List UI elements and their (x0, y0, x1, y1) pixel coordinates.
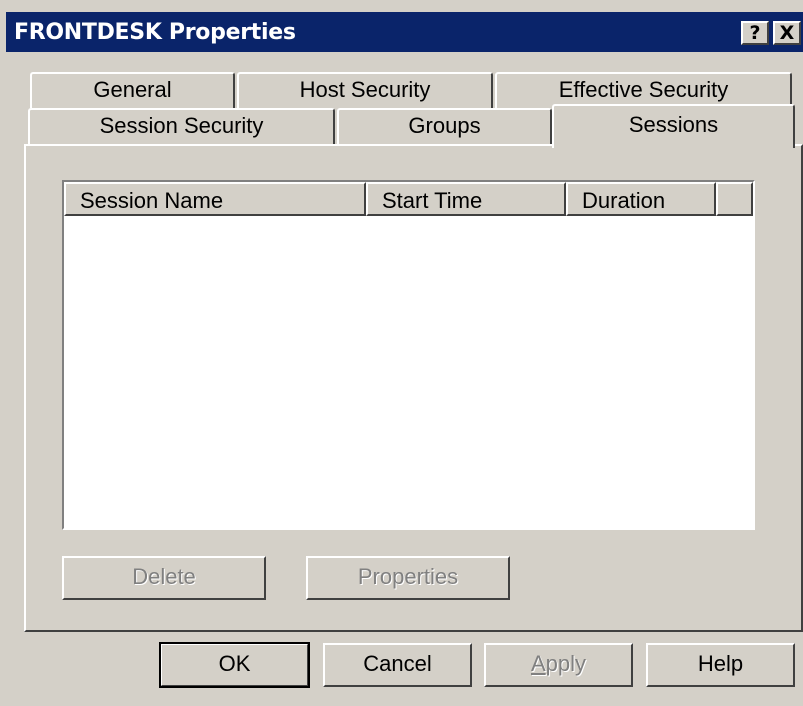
ok-button-label: OK (218, 651, 251, 676)
tab-sessions-label: Sessions (628, 112, 719, 137)
sessions-list[interactable]: Session Name Start Time Duration (62, 180, 755, 530)
cancel-button-label: Cancel (363, 651, 432, 676)
tab-groups[interactable]: Groups (337, 108, 552, 144)
tab-sessions[interactable]: Sessions (552, 104, 795, 148)
title-bar[interactable]: FRONTDESK Properties ? X (6, 12, 803, 52)
column-header-start-time[interactable]: Start Time (366, 182, 566, 216)
help-button[interactable]: Help (646, 643, 795, 687)
tab-effective-security-label: Effective Security (558, 77, 729, 102)
column-duration-label: Duration (582, 188, 666, 213)
properties-button-label: Properties (357, 564, 459, 589)
help-button-label: Help (697, 651, 744, 676)
cancel-button[interactable]: Cancel (323, 643, 472, 687)
tab-general[interactable]: General (30, 72, 235, 108)
delete-button-label: Delete (132, 564, 196, 589)
apply-button-label: Apply (530, 651, 587, 676)
column-start-time-label: Start Time (382, 188, 483, 213)
close-icon: X (779, 22, 795, 44)
tab-host-security[interactable]: Host Security (237, 72, 493, 108)
tab-host-security-label: Host Security (299, 77, 431, 102)
column-header-session-name[interactable]: Session Name (64, 182, 366, 216)
window-title: FRONTDESK Properties (14, 20, 296, 45)
properties-button[interactable]: Properties (306, 556, 510, 600)
column-header-duration[interactable]: Duration (566, 182, 716, 216)
column-header-empty[interactable] (716, 182, 753, 216)
tab-groups-label: Groups (408, 113, 481, 138)
tab-general-label: General (93, 77, 172, 102)
tab-session-security-label: Session Security (99, 113, 264, 138)
ok-button[interactable]: OK (159, 642, 310, 688)
tab-effective-security[interactable]: Effective Security (495, 72, 792, 108)
tab-session-security[interactable]: Session Security (28, 108, 335, 144)
delete-button[interactable]: Delete (62, 556, 266, 600)
properties-dialog: FRONTDESK Properties ? X General Host Se… (0, 0, 803, 706)
close-button[interactable]: X (773, 21, 801, 45)
question-icon: ? (749, 22, 761, 44)
help-title-button[interactable]: ? (741, 21, 769, 45)
column-session-name-label: Session Name (80, 188, 224, 213)
apply-button[interactable]: Apply (484, 643, 633, 687)
